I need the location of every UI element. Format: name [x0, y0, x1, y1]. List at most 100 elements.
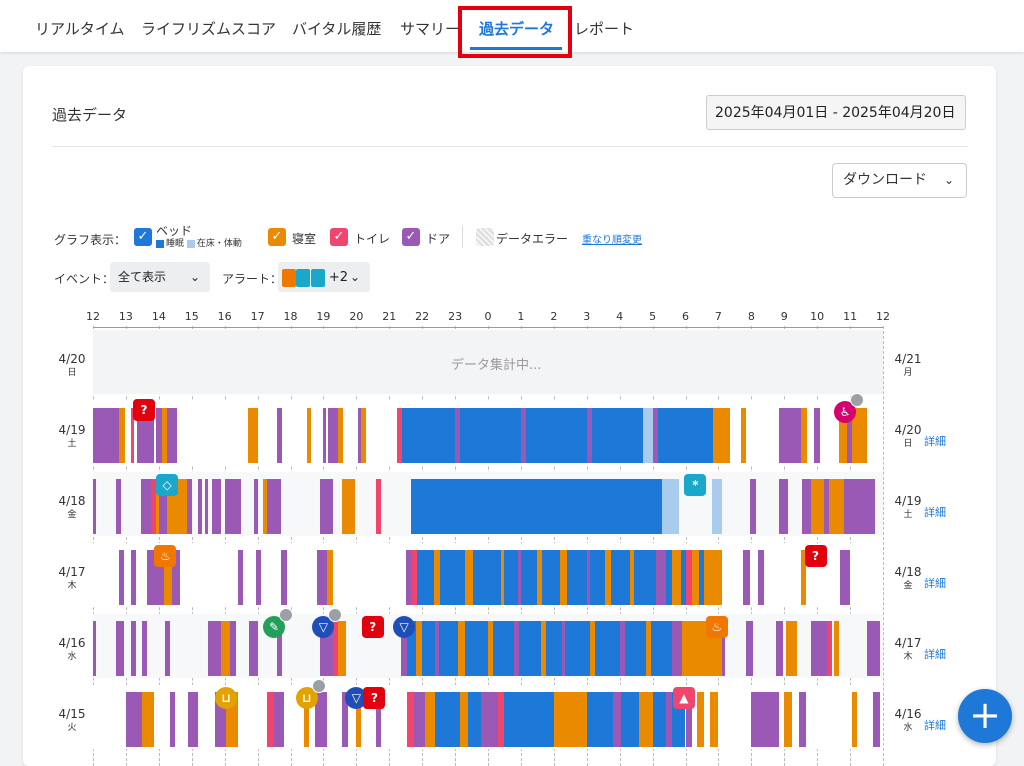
row-start-date: 4/16 水 — [52, 636, 92, 664]
door-segment — [142, 621, 148, 676]
bedroom-segment — [604, 550, 612, 605]
tab-vital-history[interactable]: バイタル履歴 — [292, 0, 381, 52]
detail-link[interactable]: 詳細 — [924, 575, 946, 591]
bedroom-segment — [629, 550, 635, 605]
alert-select[interactable]: +2 ⌄ — [278, 262, 370, 292]
door-segment — [211, 479, 222, 534]
event-icon[interactable]: ♿ — [834, 393, 865, 423]
date-range-input[interactable]: 2025年04月01日 - 2025年04月20日 — [706, 95, 966, 130]
hour-tick-label: 23 — [448, 310, 463, 323]
hour-tick-label: 10 — [810, 310, 825, 323]
door-segment — [779, 408, 801, 463]
bed-checkbox[interactable]: ✓ — [134, 228, 152, 246]
sleep-label: 睡眠 — [166, 239, 185, 249]
weekday-text: 日 — [67, 368, 77, 378]
door-segment — [619, 621, 625, 676]
event-icon[interactable]: ⊔ — [295, 679, 326, 709]
door-segment — [277, 408, 283, 463]
hour-tick-label: 18 — [283, 310, 298, 323]
day-row: ✎ ▽? ▽ ♨ — [93, 608, 883, 678]
alert-more-count: +2 — [328, 270, 348, 285]
day-row: ♨? — [93, 543, 883, 607]
memo-badge-icon — [311, 679, 326, 693]
detail-link[interactable]: 詳細 — [924, 504, 946, 520]
door-checkbox[interactable]: ✓ — [402, 228, 420, 246]
door-segment — [320, 479, 334, 534]
door-segment — [155, 408, 163, 463]
door-segment — [751, 692, 780, 747]
hour-tick-label: 17 — [250, 310, 265, 323]
memo-badge-icon — [850, 393, 865, 407]
tab-report[interactable]: レポート — [574, 0, 634, 52]
bedroom-segment — [800, 408, 808, 463]
hour-tick-label: 20 — [349, 310, 364, 323]
event-icon[interactable]: ? — [804, 545, 827, 567]
highlight-box — [458, 6, 572, 58]
detail-link[interactable]: 詳細 — [924, 717, 946, 733]
bedroom-segment — [501, 550, 505, 605]
chevron-down-icon: ⌄ — [349, 270, 360, 284]
door-segment — [208, 621, 222, 676]
event-icon[interactable]: ▽ — [393, 616, 416, 638]
add-fab-button[interactable]: + — [958, 689, 1012, 743]
door-segment — [810, 621, 828, 676]
door-segment — [188, 692, 199, 747]
tab-summary[interactable]: サマリー — [400, 0, 460, 52]
door-segment — [255, 550, 261, 605]
alert-label: アラート： — [222, 272, 283, 286]
door-segment — [328, 408, 339, 463]
door-segment — [93, 408, 120, 463]
event-icon[interactable]: ◇ — [156, 474, 179, 496]
date-text: 4/19 — [894, 494, 922, 508]
event-icon[interactable]: ? — [363, 687, 386, 709]
weekday-text: 土 — [903, 510, 913, 520]
door-segment — [116, 621, 125, 676]
bedroom-segment — [221, 621, 230, 676]
door-segment — [125, 692, 143, 747]
door-segment — [130, 550, 136, 605]
toilet-segment — [827, 621, 832, 676]
door-segment — [779, 479, 788, 534]
door-segment — [851, 479, 870, 534]
tab-liferhythm-score[interactable]: ライフリズムスコア — [141, 0, 276, 52]
hour-tick-label: 4 — [616, 310, 624, 323]
event-value: 全て表示 — [118, 270, 167, 284]
bedroom-segment — [553, 692, 587, 747]
tab-realtime[interactable]: リアルタイム — [35, 0, 125, 52]
event-icon[interactable]: ♨ — [705, 616, 728, 638]
door-segment — [116, 479, 121, 534]
overlap-order-link[interactable]: 重なり順変更 — [582, 231, 642, 246]
bedroom-label: 寝室 — [292, 232, 317, 246]
memo-badge-icon — [279, 608, 294, 622]
hour-tick-label: 11 — [843, 310, 858, 323]
door-segment — [130, 621, 136, 676]
inbed-segment — [662, 479, 679, 534]
detail-link[interactable]: 詳細 — [924, 433, 946, 449]
event-select[interactable]: 全て表示 ⌄ — [110, 262, 210, 292]
event-icon[interactable]: * — [684, 474, 707, 496]
event-icon[interactable]: ✎ — [263, 608, 294, 638]
event-icon[interactable]: ▲ — [672, 687, 695, 709]
bedroom-segment — [710, 692, 719, 747]
event-icon[interactable]: ♨ — [154, 545, 177, 567]
bedroom-checkbox[interactable]: ✓ — [268, 228, 286, 246]
event-icon[interactable]: ? — [361, 616, 384, 638]
toilet-segment — [407, 692, 414, 747]
sleep-segment — [410, 479, 663, 534]
hour-tick-label: 6 — [682, 310, 689, 323]
toilet-checkbox[interactable]: ✓ — [330, 228, 348, 246]
download-button[interactable]: ダウンロード ⌄ — [832, 163, 967, 198]
door-segment — [586, 550, 591, 605]
detail-link[interactable]: 詳細 — [924, 646, 946, 662]
door-segment — [280, 550, 288, 605]
door-segment — [517, 550, 521, 605]
door-segment — [840, 550, 851, 605]
door-segment — [267, 479, 281, 534]
event-icon[interactable]: ? — [133, 399, 156, 421]
row-end-date: 4/18 金 — [888, 565, 928, 593]
event-label: イベント： — [54, 272, 115, 286]
bed-sublegend: 睡眠 在床・体動 — [156, 236, 242, 249]
date-text: 4/16 — [894, 707, 922, 721]
date-text: 4/16 — [58, 636, 86, 650]
door-segment — [866, 621, 880, 676]
